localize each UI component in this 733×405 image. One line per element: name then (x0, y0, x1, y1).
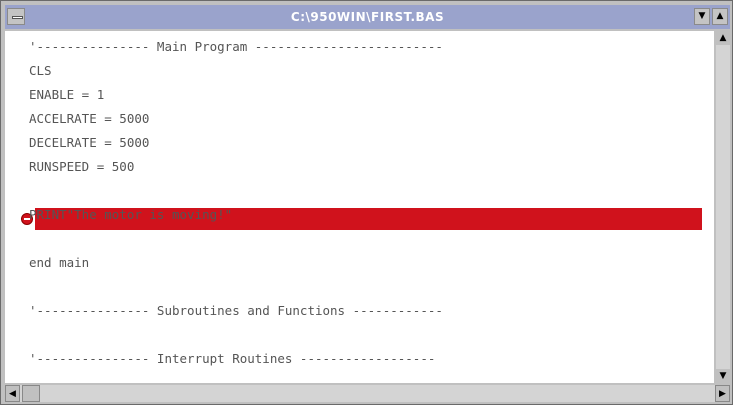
title-bar[interactable]: C:\950WIN\FIRST.BAS ▼ ▲ (5, 5, 730, 29)
code-editor[interactable]: '--------------- Main Program ----------… (5, 31, 714, 383)
maximize-icon[interactable]: ▲ (712, 8, 728, 25)
arrow-left-icon[interactable]: ◀ (5, 385, 20, 402)
code-line[interactable]: CLS (29, 60, 52, 81)
code-line[interactable]: ACCELRATE = 5000 (29, 108, 149, 129)
arrow-down-icon[interactable]: ▼ (716, 369, 730, 383)
code-line[interactable]: PRINT"The motor is moving!" (29, 204, 232, 225)
editor-window: C:\950WIN\FIRST.BAS ▼ ▲ '---------------… (0, 0, 733, 405)
arrow-up-icon[interactable]: ▲ (716, 31, 730, 45)
code-line[interactable]: '--------------- Subroutines and Functio… (29, 300, 443, 321)
window-title: C:\950WIN\FIRST.BAS (290, 10, 445, 24)
current-code-line[interactable]: GOVEL (29, 180, 67, 201)
scroll-thumb[interactable] (22, 385, 40, 402)
code-line[interactable]: '--------------- Main Program ----------… (29, 36, 443, 57)
code-line[interactable]: DECELRATE = 5000 (29, 132, 149, 153)
code-line[interactable]: ENABLE = 1 (29, 84, 104, 105)
code-line[interactable]: RUNSPEED = 500 (29, 156, 134, 177)
code-line[interactable]: '--------------- Interrupt Routines ----… (29, 348, 435, 369)
minimize-icon[interactable]: ▼ (694, 8, 710, 25)
vertical-scrollbar[interactable]: ▲ ▼ (716, 31, 730, 383)
arrow-right-icon[interactable]: ▶ (715, 385, 730, 402)
code-line[interactable]: end main (29, 252, 89, 273)
horizontal-scrollbar[interactable]: ◀ ▶ (5, 385, 730, 402)
